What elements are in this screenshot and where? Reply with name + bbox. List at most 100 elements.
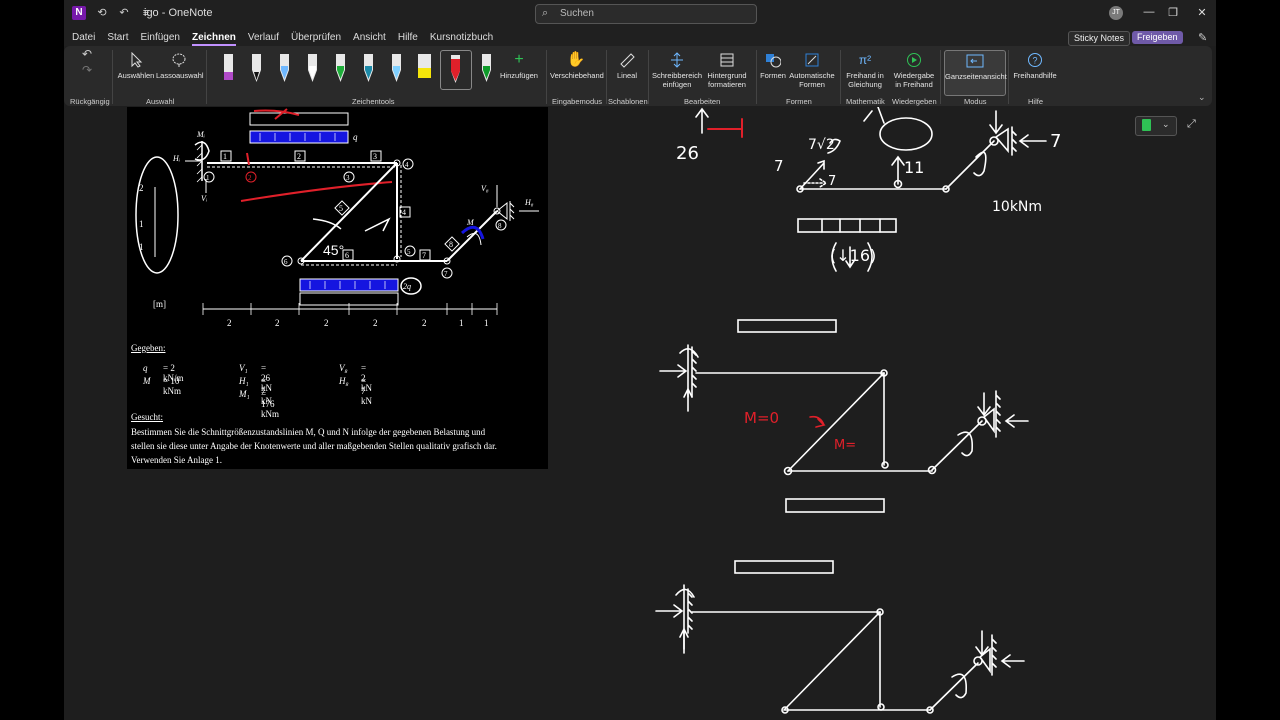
minimize-icon[interactable]: — [1142,6,1156,18]
ink-help-button[interactable]: ? Freihandhilfe [1012,52,1058,80]
svg-text:6: 6 [345,251,349,260]
plus-icon: + [514,51,524,68]
hw-10knm: 10kNm [992,199,1042,215]
ruler-label: Lineal [616,71,638,80]
auto-shapes-button[interactable]: Automatische Formen [788,52,836,89]
pan-button[interactable]: ✋ Verschiebehand [550,52,604,81]
group-shapes-label: Formen [786,97,812,106]
title-bar: N ⟲ ↶ ≡ igo - OneNote ⌕ Suchen JT — ❐ ✕ [64,0,1216,28]
svg-text:1: 1 [139,219,144,229]
back-icon[interactable]: ⟲ [96,7,108,19]
problem-image: q Mᵢ Hᵢ Vᵢ 2 1 1 1 2 3 4 1 2 3 4 5 45° 6… [127,107,548,469]
ribbon-collapse-icon[interactable]: ⌄ [1198,92,1206,103]
fullpage-label: Ganzseitenansicht [945,72,1007,81]
menu-tab-2[interactable]: Einfügen [140,32,179,46]
pen-lightblue-icon[interactable] [274,52,294,84]
bg-label-1: Hintergrund [707,71,747,80]
pan-label: Verschiebehand [550,71,604,80]
menu-tab-4[interactable]: Verlauf [248,32,279,46]
handwritten-notes: 26 7 7 7√2 11 7 10kNm (↓16) M=0 M= [655,107,1061,714]
sticky-notes-button[interactable]: Sticky Notes [1068,31,1131,46]
page-canvas[interactable]: q Mᵢ Hᵢ Vᵢ 2 1 1 1 2 3 4 1 2 3 4 5 45° 6… [64,107,1216,720]
menu-tab-3[interactable]: Zeichnen [191,32,236,46]
lasso-icon [172,53,186,67]
add-pen-button[interactable]: + Hinzufügen [498,51,540,81]
menu-tab-7[interactable]: Hilfe [398,32,418,46]
dimension-label-2: 2 [324,318,329,328]
ink-eq-label-2: Gleichung [848,80,882,89]
lasso-button[interactable]: Lassoauswahl [156,52,204,80]
menu-tab-6[interactable]: Ansicht [353,32,386,46]
pencil-purple-icon[interactable] [218,52,238,84]
sought-line-3: Verwenden Sie Anlage 1. [131,455,222,465]
inkhelp-label: Freihandhilfe [1013,71,1057,80]
dimension-label-5: 1 [459,318,464,328]
given-cell: q [143,363,148,373]
given-cell: M [143,376,151,386]
shapes-button[interactable]: Formen [758,52,788,80]
hw-26: 26 [676,143,699,164]
hw-7b: 7 [828,174,836,189]
structure-diagram: q Mᵢ Hᵢ Vᵢ 2 1 1 1 2 3 4 1 2 3 4 5 45° 6… [135,108,539,328]
hw-11: 11 [904,158,924,177]
menu-tab-1[interactable]: Start [107,32,128,46]
svg-text:4: 4 [402,208,406,217]
svg-text:7: 7 [422,251,426,260]
dimension-label-0: 2 [227,318,232,328]
svg-text:3: 3 [346,174,350,182]
math-icon: π² [858,53,872,67]
hw-m-zero: M=0 [744,409,779,427]
share-button[interactable]: Freigeben [1132,31,1183,44]
v8-label: V₈ [481,184,489,193]
hi-label: Hᵢ [172,154,180,163]
fullpage-icon [966,54,984,68]
group-help-label: Hilfe [1028,97,1044,106]
group-math-label: Mathematik [846,97,885,106]
menu-tabs: Datei Start Einfügen Zeichnen Verlauf Überprü… [72,32,493,46]
replay-icon [907,53,921,67]
dimension-labels: 2 2 2 2 2 1 1 [227,318,489,328]
write-area-label-1: Schreibbereich [651,71,703,80]
pen-white-icon[interactable] [302,52,322,84]
menu-tab-5[interactable]: Überprüfen [291,32,341,46]
sought-text: Bestimmen Sie die Schnittgrößenzustandsl… [131,425,546,467]
highlighter-yellow-icon[interactable] [414,52,434,84]
background-button[interactable]: Hintergrund formatieren [704,52,750,89]
close-icon[interactable]: ✕ [1195,6,1209,19]
search-input[interactable]: ⌕ Suchen [535,4,757,24]
pen-black-icon[interactable] [246,52,266,84]
pen-red-selected[interactable] [440,50,472,90]
fullpage-view-button[interactable]: Ganzseitenansicht [944,50,1007,96]
hw-16: (↓16) [830,246,876,265]
group-edit-label: Bearbeiten [684,97,721,106]
given-cell: H₁ [239,376,249,386]
svg-text:2: 2 [297,152,301,161]
undo-icon[interactable]: ↶ [118,7,130,19]
sought-line-2: stellen sie diese unter Angabe der Knote… [131,441,497,451]
ink-to-math-button[interactable]: π² Freihand in Gleichung [842,52,888,89]
pen-icon[interactable]: ✎ [1198,31,1207,44]
dimension-label-3: 2 [373,318,378,328]
avatar[interactable]: JT [1109,6,1123,20]
hw-m-eq: M= [834,438,856,453]
pen-blue-icon[interactable] [386,52,406,84]
menu-tab-8[interactable]: Kursnotizbuch [430,32,493,46]
group-drawtools-label: Zeichentools [352,97,395,106]
ink-replay-button[interactable]: Wiedergabe in Freihand [892,52,936,89]
given-cell: = 10 kNm [163,376,181,396]
pen-green2-icon[interactable] [476,52,496,84]
undo-button[interactable]: ↶ [82,48,92,62]
menu-tab-0[interactable]: Datei [72,32,95,46]
svg-text:?: ? [1032,56,1037,66]
svg-text:5: 5 [407,248,411,256]
pen-teal-icon[interactable] [358,52,378,84]
restore-icon[interactable]: ❐ [1166,6,1180,19]
pen-green-icon[interactable] [330,52,350,84]
select-button[interactable]: Auswählen [116,52,156,80]
insert-space-button[interactable]: Schreibbereich einfügen [650,52,704,89]
shapes-label: Formen [760,71,786,80]
redo-button[interactable]: ↷ [82,64,92,78]
help-icon: ? [1028,53,1042,67]
app-title: igo - OneNote [144,7,213,19]
ruler-button[interactable]: Lineal [612,52,642,80]
